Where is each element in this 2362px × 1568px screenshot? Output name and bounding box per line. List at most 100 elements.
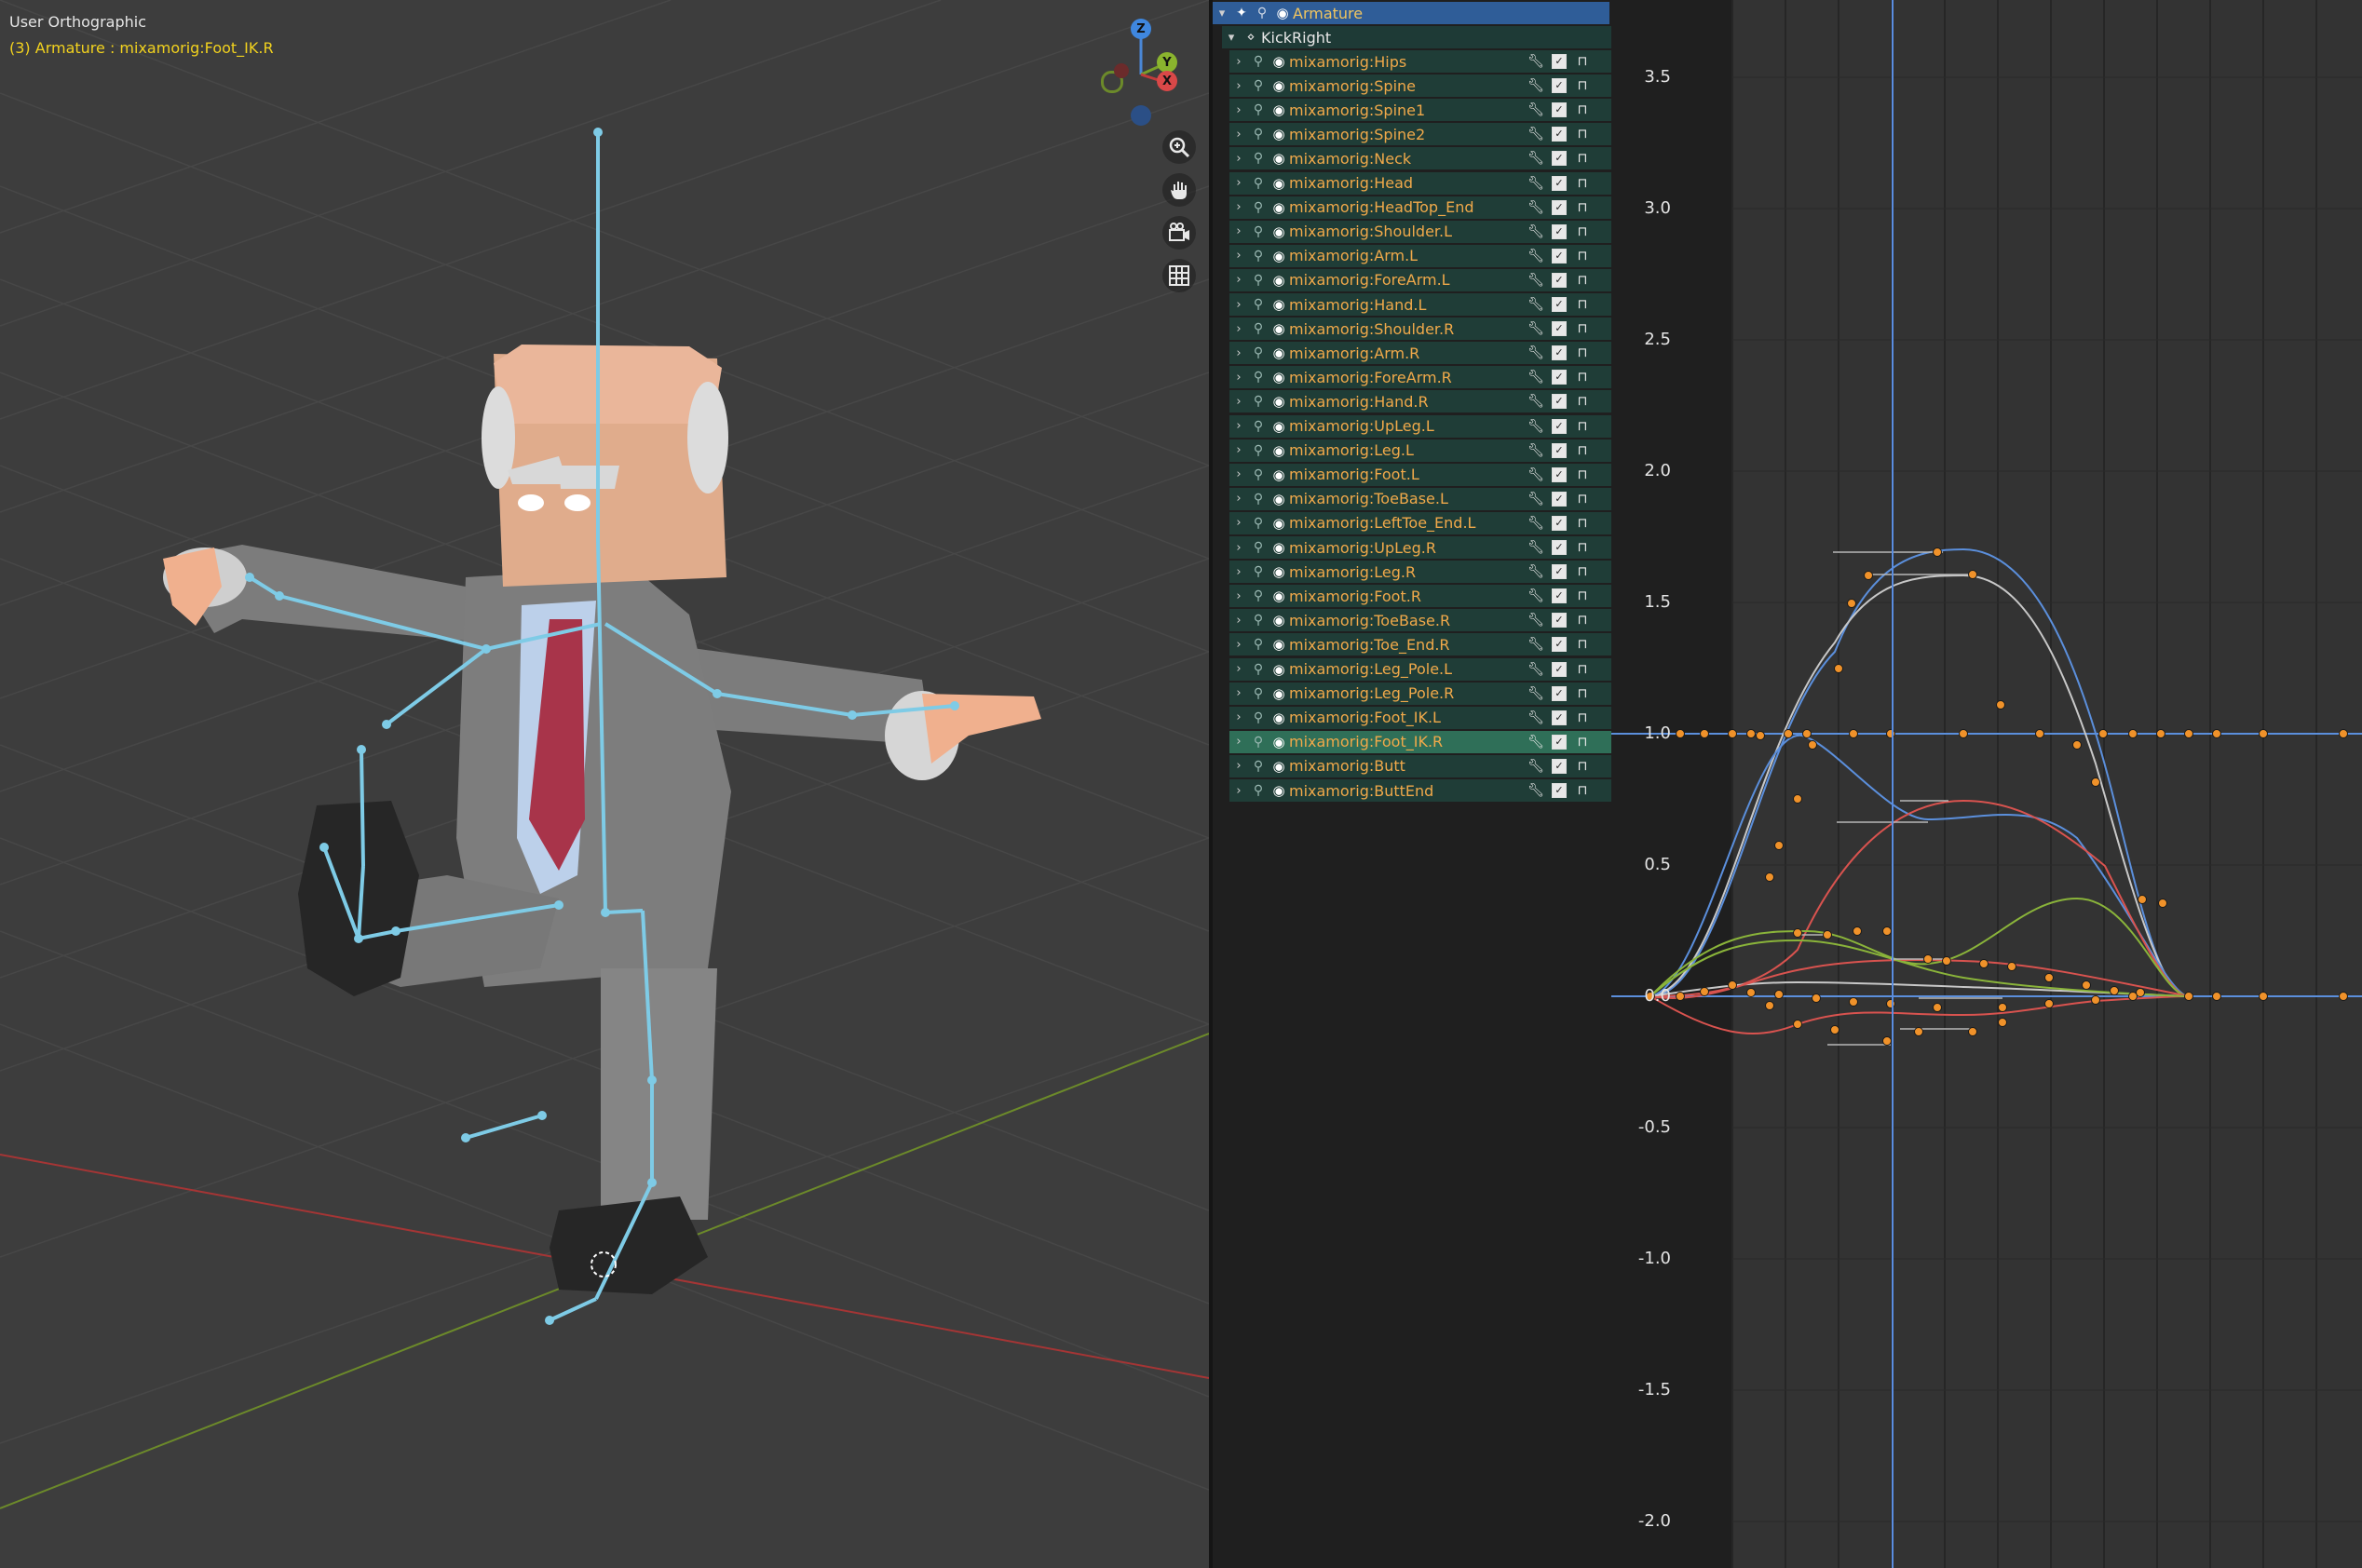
- mute-checkbox[interactable]: ✓: [1552, 466, 1567, 482]
- wrench-icon[interactable]: 🔧︎: [1527, 685, 1544, 702]
- chevron-right-icon[interactable]: ›: [1229, 346, 1248, 360]
- mute-checkbox[interactable]: ✓: [1552, 783, 1567, 798]
- wrench-icon[interactable]: 🔧︎: [1527, 588, 1544, 604]
- bone-row[interactable]: › ⚲ ◉ mixamorig:Foot.L 🔧︎ ✓ ⊓: [1229, 463, 1611, 486]
- pin-icon[interactable]: ⚲: [1248, 176, 1269, 191]
- unlock-icon[interactable]: ⊓: [1574, 296, 1591, 313]
- chevron-right-icon[interactable]: ›: [1229, 589, 1248, 603]
- eye-icon[interactable]: ◉: [1269, 710, 1289, 726]
- unlock-icon[interactable]: ⊓: [1574, 636, 1591, 653]
- eye-icon[interactable]: ◉: [1269, 539, 1289, 556]
- eye-icon[interactable]: ◉: [1269, 345, 1289, 361]
- bone-row[interactable]: › ⚲ ◉ mixamorig:Foot_IK.L 🔧︎ ✓ ⊓: [1229, 706, 1611, 729]
- mute-checkbox[interactable]: ✓: [1552, 78, 1567, 94]
- pin-icon[interactable]: ⚲: [1248, 297, 1269, 312]
- mute-checkbox[interactable]: ✓: [1552, 345, 1567, 361]
- bone-row[interactable]: › ⚲ ◉ mixamorig:Leg_Pole.R 🔧︎ ✓ ⊓: [1229, 682, 1611, 705]
- wrench-icon[interactable]: 🔧︎: [1527, 442, 1544, 459]
- chevron-right-icon[interactable]: ›: [1229, 492, 1248, 506]
- bone-row[interactable]: › ⚲ ◉ mixamorig:Arm.L 🔧︎ ✓ ⊓: [1229, 244, 1611, 267]
- eye-icon[interactable]: ◉: [1269, 466, 1289, 483]
- mute-checkbox[interactable]: ✓: [1552, 710, 1567, 725]
- mute-checkbox[interactable]: ✓: [1552, 199, 1567, 215]
- unlock-icon[interactable]: ⊓: [1574, 393, 1591, 410]
- chevron-right-icon[interactable]: ›: [1229, 541, 1248, 555]
- viewport-scene[interactable]: [0, 0, 1209, 1568]
- bone-row[interactable]: › ⚲ ◉ mixamorig:Butt 🔧︎ ✓ ⊓: [1229, 754, 1611, 777]
- bone-row[interactable]: › ⚲ ◉ mixamorig:Toe_End.R 🔧︎ ✓ ⊓: [1229, 633, 1611, 656]
- unlock-icon[interactable]: ⊓: [1574, 150, 1591, 167]
- pin-icon[interactable]: ⚲: [1248, 588, 1269, 603]
- mute-checkbox[interactable]: ✓: [1552, 321, 1567, 337]
- wrench-icon[interactable]: 🔧︎: [1527, 539, 1544, 556]
- pin-icon[interactable]: ⚲: [1248, 540, 1269, 555]
- wrench-icon[interactable]: 🔧︎: [1527, 491, 1544, 507]
- bone-row[interactable]: › ⚲ ◉ mixamorig:Arm.R 🔧︎ ✓ ⊓: [1229, 342, 1611, 365]
- pin-icon[interactable]: ⚲: [1252, 6, 1272, 20]
- wrench-icon[interactable]: 🔧︎: [1527, 612, 1544, 629]
- bone-row[interactable]: › ⚲ ◉ mixamorig:Leg_Pole.L 🔧︎ ✓ ⊓: [1229, 657, 1611, 681]
- unlock-icon[interactable]: ⊓: [1574, 466, 1591, 483]
- eye-icon[interactable]: ◉: [1269, 175, 1289, 192]
- bone-row[interactable]: › ⚲ ◉ mixamorig:ForeArm.L 🔧︎ ✓ ⊓: [1229, 268, 1611, 291]
- eye-icon[interactable]: ◉: [1269, 612, 1289, 629]
- mute-checkbox[interactable]: ✓: [1552, 734, 1567, 750]
- mute-checkbox[interactable]: ✓: [1552, 515, 1567, 531]
- mute-checkbox[interactable]: ✓: [1552, 297, 1567, 312]
- wrench-icon[interactable]: 🔧︎: [1527, 272, 1544, 289]
- pin-icon[interactable]: ⚲: [1248, 492, 1269, 507]
- pin-icon[interactable]: ⚲: [1248, 78, 1269, 93]
- bone-row[interactable]: › ⚲ ◉ mixamorig:Head 🔧︎ ✓ ⊓: [1229, 171, 1611, 195]
- chevron-right-icon[interactable]: ›: [1229, 176, 1248, 190]
- pin-icon[interactable]: ⚲: [1248, 783, 1269, 798]
- mute-checkbox[interactable]: ✓: [1552, 685, 1567, 701]
- chevron-right-icon[interactable]: ›: [1229, 614, 1248, 628]
- wrench-icon[interactable]: 🔧︎: [1527, 393, 1544, 410]
- unlock-icon[interactable]: ⊓: [1574, 515, 1591, 532]
- eye-icon[interactable]: ◉: [1269, 515, 1289, 532]
- pin-icon[interactable]: ⚲: [1248, 54, 1269, 69]
- eye-icon[interactable]: ◉: [1269, 636, 1289, 653]
- chevron-down-icon[interactable]: ▾: [1213, 7, 1231, 20]
- eye-icon[interactable]: ◉: [1269, 150, 1289, 167]
- pin-icon[interactable]: ⚲: [1248, 151, 1269, 166]
- chevron-right-icon[interactable]: ›: [1229, 103, 1248, 117]
- wrench-icon[interactable]: 🔧︎: [1527, 758, 1544, 775]
- eye-icon[interactable]: ◉: [1269, 782, 1289, 799]
- wrench-icon[interactable]: 🔧︎: [1527, 345, 1544, 361]
- unlock-icon[interactable]: ⊓: [1574, 223, 1591, 240]
- unlock-icon[interactable]: ⊓: [1574, 175, 1591, 192]
- chevron-right-icon[interactable]: ›: [1229, 395, 1248, 409]
- bone-row[interactable]: › ⚲ ◉ mixamorig:LeftToe_End.L 🔧︎ ✓ ⊓: [1229, 511, 1611, 534]
- chevron-right-icon[interactable]: ›: [1229, 710, 1248, 724]
- mute-checkbox[interactable]: ✓: [1552, 175, 1567, 191]
- eye-icon[interactable]: ◉: [1269, 734, 1289, 750]
- eye-icon[interactable]: ◉: [1269, 272, 1289, 289]
- mute-checkbox[interactable]: ✓: [1552, 272, 1567, 288]
- chevron-right-icon[interactable]: ›: [1229, 443, 1248, 457]
- chevron-right-icon[interactable]: ›: [1229, 200, 1248, 214]
- pin-icon[interactable]: ⚲: [1248, 564, 1269, 579]
- pin-icon[interactable]: ⚲: [1248, 419, 1269, 434]
- navigation-gizmo[interactable]: Z Y X: [1090, 17, 1192, 128]
- wrench-icon[interactable]: 🔧︎: [1527, 199, 1544, 216]
- chevron-right-icon[interactable]: ›: [1229, 735, 1248, 749]
- chevron-right-icon[interactable]: ›: [1229, 273, 1248, 287]
- unlock-icon[interactable]: ⊓: [1574, 199, 1591, 216]
- bone-row[interactable]: › ⚲ ◉ mixamorig:Shoulder.R 🔧︎ ✓ ⊓: [1229, 318, 1611, 341]
- unlock-icon[interactable]: ⊓: [1574, 101, 1591, 118]
- unlock-icon[interactable]: ⊓: [1574, 369, 1591, 385]
- chevron-down-icon[interactable]: ▾: [1222, 31, 1241, 45]
- wrench-icon[interactable]: 🔧︎: [1527, 661, 1544, 678]
- chevron-right-icon[interactable]: ›: [1229, 759, 1248, 773]
- wrench-icon[interactable]: 🔧︎: [1527, 53, 1544, 70]
- unlock-icon[interactable]: ⊓: [1574, 782, 1591, 799]
- unlock-icon[interactable]: ⊓: [1574, 345, 1591, 361]
- bone-row[interactable]: › ⚲ ◉ mixamorig:Hand.L 🔧︎ ✓ ⊓: [1229, 293, 1611, 316]
- eye-icon[interactable]: ◉: [1272, 5, 1293, 21]
- unlock-icon[interactable]: ⊓: [1574, 53, 1591, 70]
- wrench-icon[interactable]: 🔧︎: [1527, 150, 1544, 167]
- chevron-right-icon[interactable]: ›: [1229, 152, 1248, 166]
- wrench-icon[interactable]: 🔧︎: [1527, 515, 1544, 532]
- eye-icon[interactable]: ◉: [1269, 53, 1289, 70]
